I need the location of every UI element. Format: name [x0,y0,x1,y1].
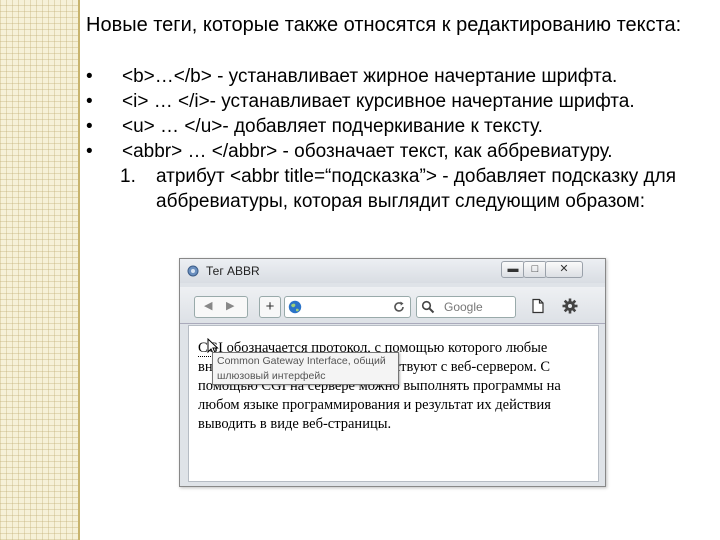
bullet-marker: • [86,141,93,162]
decorative-side-strip [0,0,78,540]
search-placeholder: Google [444,300,483,314]
list-item: • <abbr> … </abbr> - обозначает текст, к… [86,139,706,164]
list-item: • <u> … </u>- добавляет подчеркивание к … [86,114,706,139]
list-item: • <i> … </i>- устанавливает курсивное на… [86,89,706,114]
search-icon [421,300,435,314]
list-item-text: <u> … </u>- добавляет подчеркивание к те… [122,116,543,137]
page-content: CGI обозначается протокол, с помощью кот… [188,325,599,482]
browser-window-screenshot: Тег ABBR ▬ □ ✕ ◀ ▶ + Google обозначается… [179,258,606,487]
list-item-text: <b>…</b> - устанавливает жирное начертан… [122,66,618,87]
search-bar[interactable]: Google [416,296,516,318]
page-icon [187,265,199,277]
side-divider [78,0,80,540]
item-number: 1. [120,166,136,187]
address-bar[interactable] [284,296,411,318]
bullet-marker: • [86,116,93,137]
browser-titlebar: Тег ABBR ▬ □ ✕ [180,259,605,283]
slide-title: Новые теги, которые также относятся к ре… [86,14,682,36]
close-button[interactable]: ✕ [545,261,583,278]
list-item: • <b>…</b> - устанавливает жирное начерт… [86,64,706,89]
new-tab-button[interactable]: + [259,296,281,318]
bullet-marker: • [86,91,93,112]
tooltip-line: Common Gateway Interface, общий [217,355,386,367]
gear-icon[interactable] [561,297,579,315]
document-icon[interactable] [530,298,546,314]
list-item-text: <i> … </i>- устанавливает курсивное наче… [122,91,635,112]
numbered-item-text: атрибут <abbr title=“подсказка”> - добав… [156,166,676,212]
list-item-text: <abbr> … </abbr> - обозначает текст, как… [122,141,613,162]
forward-button[interactable]: ▶ [226,299,234,312]
minimize-button[interactable]: ▬ [501,261,525,278]
bullet-list: • <b>…</b> - устанавливает жирное начерт… [86,64,706,214]
globe-icon [288,300,302,314]
browser-toolbar: ◀ ▶ + Google [180,287,605,324]
nav-buttons: ◀ ▶ [194,296,248,318]
numbered-item: 1. атрибут <abbr title=“подсказка”> - до… [86,164,706,214]
tooltip-line: шлюзовый интерфейс [217,370,326,382]
tooltip: Common Gateway Interface, общий шлюзовый… [212,352,399,385]
bullet-marker: • [86,66,93,87]
reload-icon[interactable] [392,300,406,314]
maximize-button[interactable]: □ [523,261,547,278]
back-button[interactable]: ◀ [204,299,212,312]
window-title: Тег ABBR [206,264,260,278]
